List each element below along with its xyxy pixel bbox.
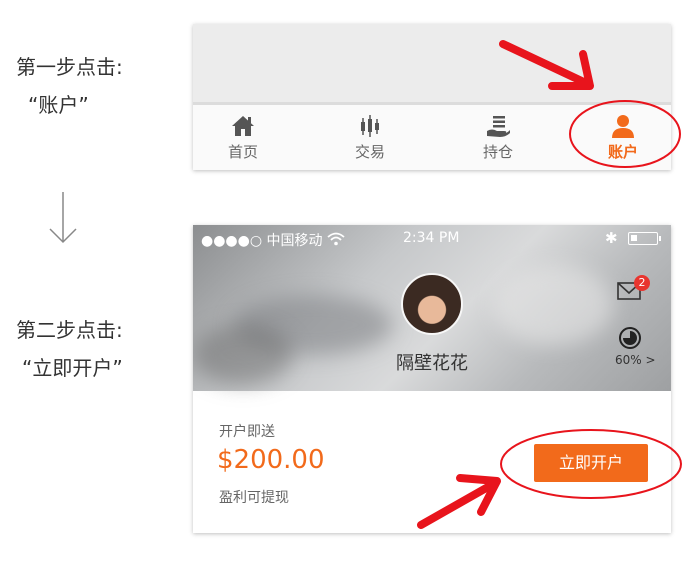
offer-label: 开户即送: [219, 424, 275, 440]
risk-meter-icon[interactable]: [618, 326, 642, 350]
step1-target-label: “账户”: [28, 93, 89, 117]
status-time: 2:34 PM: [403, 230, 460, 246]
candlestick-icon: [361, 115, 379, 137]
open-account-button[interactable]: 立即开户: [534, 444, 648, 482]
carrier-signal: ●●●●○ 中国移动: [201, 233, 323, 249]
avatar[interactable]: [401, 273, 463, 335]
tab-home[interactable]: 首页: [203, 105, 283, 170]
tab-account-label: 账户: [607, 143, 638, 161]
background-blur: [493, 265, 613, 345]
tab-account[interactable]: 账户: [583, 105, 663, 170]
notification-badge: 2: [634, 275, 650, 291]
bottom-tab-bar: 首页 交易 持仓 账户: [193, 102, 671, 170]
tab-holdings[interactable]: 持仓: [458, 105, 538, 170]
profile-header: ●●●●○ 中国移动 2:34 PM ✱ 隔壁花花 2 60% >: [193, 225, 671, 391]
battery-icon: [628, 232, 661, 245]
status-bar: ●●●●○ 中国移动 2:34 PM ✱: [193, 225, 671, 253]
home-icon: [232, 116, 254, 136]
offer-amount: $200.00: [217, 445, 325, 475]
tab-trade[interactable]: 交易: [330, 105, 410, 170]
step2-instruction: 第二步点击:: [16, 318, 123, 342]
tab-holdings-label: 持仓: [482, 143, 513, 161]
username: 隔壁花花: [396, 353, 468, 374]
tab-home-label: 首页: [227, 143, 258, 161]
tab-trade-label: 交易: [354, 143, 385, 161]
step2-target-label: “立即开户”: [22, 356, 123, 380]
risk-level-label[interactable]: 60% >: [615, 353, 656, 367]
wifi-icon: [327, 232, 345, 246]
down-arrow-icon: [49, 192, 77, 244]
app-screenshot-tabbar: 首页 交易 持仓 账户: [193, 24, 671, 170]
app-screenshot-account: ●●●●○ 中国移动 2:34 PM ✱ 隔壁花花 2 60% > 开户即送 $…: [193, 225, 671, 533]
bluetooth-icon: ✱: [605, 229, 618, 247]
person-icon: [612, 115, 634, 138]
risk-level-value: 60%: [615, 353, 642, 367]
offer-note: 盈利可提现: [219, 490, 289, 506]
step1-instruction: 第一步点击:: [16, 55, 123, 79]
chevron-right-icon: >: [645, 353, 656, 367]
hand-coins-icon: [487, 116, 510, 137]
